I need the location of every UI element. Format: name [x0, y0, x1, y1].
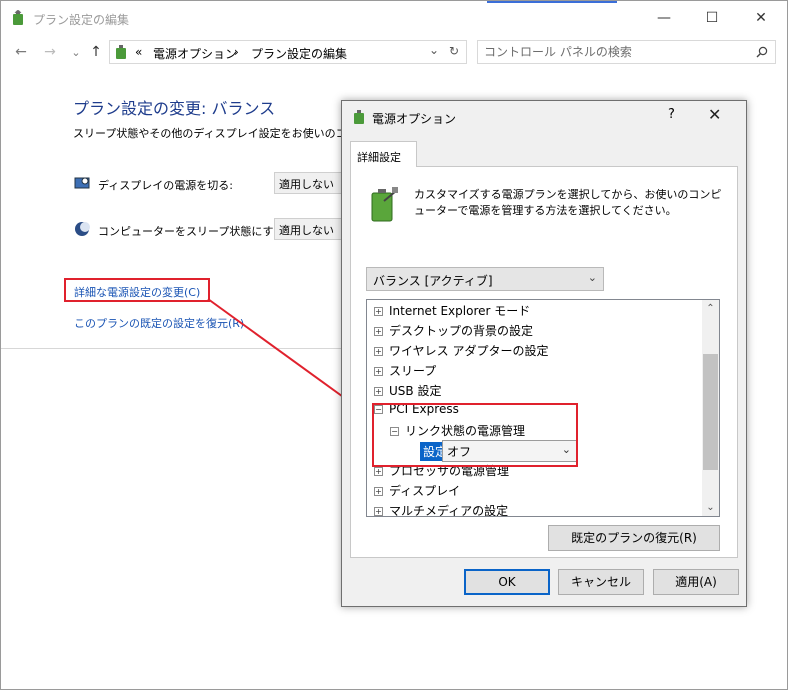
expand-icon[interactable]: +: [374, 307, 383, 316]
window-title: プラン設定の編集: [33, 13, 130, 27]
tree-item[interactable]: + ディスプレイ: [374, 482, 460, 502]
sleep-moon-icon: [75, 222, 90, 236]
tree-item-label: Internet Explorer モード: [389, 304, 531, 318]
chevron-down-icon: ⌄: [587, 271, 597, 284]
search-icon[interactable]: [756, 46, 768, 58]
power-options-icon: [116, 45, 126, 59]
breadcrumb-item-edit-plan[interactable]: プラン設定の編集: [251, 45, 347, 62]
maximize-button[interactable]: ☐: [689, 1, 735, 35]
expand-icon[interactable]: +: [374, 387, 383, 396]
up-button[interactable]: ↑: [87, 43, 105, 61]
tree-item[interactable]: + スリープ: [374, 362, 436, 382]
restore-default-plan-button[interactable]: 既定のプランの復元(R): [548, 525, 720, 551]
content-divider: [1, 348, 343, 349]
tree-item[interactable]: + マルチメディアの設定: [374, 502, 509, 517]
expand-icon[interactable]: +: [374, 487, 383, 496]
display-off-select[interactable]: 適用しない: [274, 172, 344, 194]
expand-icon[interactable]: +: [374, 467, 383, 476]
apply-button[interactable]: 適用(A): [653, 569, 739, 595]
battery-plug-icon: [371, 187, 398, 222]
dialog-close-button[interactable]: ✕: [708, 105, 721, 124]
dialog-intro-text: カスタマイズする電源プランを選択してから、お使いのコンピューターで電源を管理する…: [414, 188, 722, 217]
search-box[interactable]: [477, 40, 776, 64]
tree-item-label: デスクトップの背景の設定: [389, 324, 534, 338]
tree-item[interactable]: + Internet Explorer モード: [374, 302, 530, 322]
breadcrumb-item-power-options[interactable]: 電源オプション: [153, 45, 237, 62]
cancel-button[interactable]: キャンセル: [558, 569, 644, 595]
scroll-thumb[interactable]: [703, 354, 718, 470]
help-button[interactable]: ?: [668, 107, 675, 122]
advanced-settings-link[interactable]: 詳細な電源設定の変更(C): [74, 284, 200, 300]
sleep-label: コンピューターをスリープ状態にする:: [98, 225, 289, 238]
minimize-button[interactable]: —: [641, 1, 687, 35]
page-title: プラン設定の変更: バランス: [73, 99, 276, 118]
tree-item[interactable]: + ワイヤレス アダプターの設定: [374, 342, 548, 362]
close-button[interactable]: ✕: [738, 1, 784, 35]
tree-item[interactable]: + USB 設定: [374, 382, 441, 402]
restore-defaults-link[interactable]: このプランの既定の設定を復元(R): [74, 315, 244, 331]
tree-item[interactable]: + デスクトップの背景の設定: [374, 322, 533, 342]
address-dropdown-icon[interactable]: ⌄: [429, 43, 439, 57]
power-options-icon: [13, 10, 23, 25]
tree-item-label: USB 設定: [389, 384, 442, 398]
ok-button[interactable]: OK: [464, 569, 550, 595]
expand-icon[interactable]: +: [374, 507, 383, 516]
expand-icon[interactable]: +: [374, 347, 383, 356]
display-icon: [74, 177, 90, 189]
plan-select-value: バランス [アクティブ]: [373, 274, 493, 288]
tree-item-label: ワイヤレス アダプターの設定: [389, 344, 549, 358]
expand-icon[interactable]: +: [374, 367, 383, 376]
back-button[interactable]: ←: [12, 43, 30, 61]
title-bar[interactable]: プラン設定の編集 — ☐ ✕: [1, 1, 787, 35]
dialog-title: 電源オプション: [372, 112, 457, 126]
page-description: スリープ状態やその他のディスプレイ設定をお使いのコンピ: [73, 127, 343, 140]
power-options-icon: [354, 110, 364, 124]
tree-item-label: ディスプレイ: [389, 484, 461, 498]
search-input[interactable]: [484, 44, 744, 60]
expand-icon[interactable]: +: [374, 327, 383, 336]
plan-select[interactable]: バランス [アクティブ] ⌄: [366, 267, 604, 291]
recent-locations-button[interactable]: ⌄: [67, 43, 85, 61]
tree-scrollbar[interactable]: ⌃ ⌄: [702, 300, 719, 516]
forward-button[interactable]: →: [41, 43, 59, 61]
scroll-up-arrow-icon[interactable]: ⌃: [702, 300, 719, 317]
highlight-box-pci-express: [372, 403, 578, 467]
tree-item-label: スリープ: [389, 364, 437, 378]
display-off-label: ディスプレイの電源を切る:: [98, 179, 233, 192]
breadcrumb-prefix: «: [135, 45, 143, 59]
power-options-dialog: 電源オプション ? ✕ 詳細設定 カスタマイズする電源プランを選択してから、お使…: [341, 100, 747, 607]
sleep-select[interactable]: 適用しない: [274, 218, 344, 240]
tab-advanced-settings[interactable]: 詳細設定: [350, 141, 417, 167]
refresh-icon[interactable]: ↻: [449, 44, 459, 58]
scroll-down-arrow-icon[interactable]: ⌄: [702, 499, 719, 516]
breadcrumb-separator: ›: [234, 45, 239, 59]
tree-item-label: マルチメディアの設定: [389, 504, 509, 517]
